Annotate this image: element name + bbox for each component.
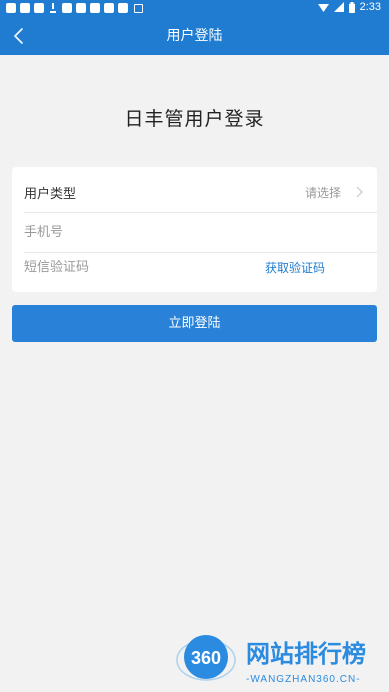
notification-icon (104, 3, 114, 13)
user-type-label: 用户类型 (24, 186, 77, 202)
watermark-logo: 360 网站排行榜 -WANGZHAN360.CN- (176, 635, 366, 685)
login-form: 用户类型 请选择 获取验证码 (12, 167, 377, 292)
download-icon (48, 3, 58, 13)
user-type-select[interactable]: 用户类型 请选择 (24, 172, 377, 213)
phone-input[interactable] (24, 224, 254, 240)
notification-icons (6, 3, 143, 13)
wifi-icon (317, 3, 329, 12)
status-bar: 2:33 (0, 0, 389, 17)
watermark-name: 网站排行榜 (246, 640, 366, 668)
status-time: 2:33 (359, 1, 381, 13)
notification-icon (6, 3, 16, 13)
page-title: 日丰管用户登录 (124, 108, 265, 130)
signal-icon (333, 2, 344, 12)
notification-icon (34, 3, 44, 13)
battery-icon (348, 1, 355, 13)
notification-icon (76, 3, 86, 13)
notification-icon (20, 3, 30, 13)
sms-code-row: 获取验证码 (24, 247, 377, 287)
notification-icon (62, 3, 72, 13)
watermark: 360 网站排行榜 -WANGZHAN360.CN- (176, 628, 386, 688)
notification-icon (118, 3, 128, 13)
header-title: 用户登陆 (166, 28, 223, 44)
notification-icon (90, 3, 100, 13)
sms-code-input[interactable] (24, 259, 254, 275)
get-code-button[interactable]: 获取验证码 (265, 259, 325, 276)
app-header: 用户登陆 (0, 17, 389, 55)
login-button[interactable]: 立即登陆 (12, 305, 377, 342)
status-right: 2:33 (317, 1, 381, 13)
chevron-right-icon (356, 186, 363, 198)
watermark-logo-number: 360 (191, 648, 221, 668)
watermark-url: -WANGZHAN360.CN- (246, 674, 361, 685)
notification-icon (134, 3, 143, 13)
user-type-value: 请选择 (304, 185, 341, 200)
